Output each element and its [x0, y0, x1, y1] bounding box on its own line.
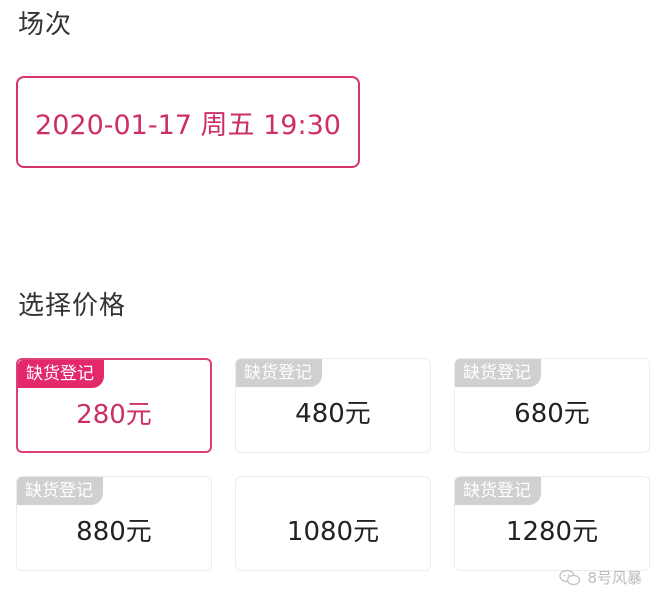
- session-option-selected[interactable]: 2020-01-17 周五 19:30: [16, 76, 360, 168]
- watermark-text: 8号风暴: [587, 569, 642, 587]
- price-label: 280元: [76, 400, 152, 430]
- price-label: 1080元: [286, 517, 380, 547]
- price-grid: 缺货登记 280元 缺货登记 480元 缺货登记 680元 缺货登记 880元 …: [16, 358, 650, 578]
- price-label: 880元: [76, 517, 152, 547]
- price-option-1280[interactable]: 缺货登记 1280元: [454, 476, 650, 571]
- stockout-badge: 缺货登记: [236, 359, 322, 387]
- price-option-280[interactable]: 缺货登记 280元: [16, 358, 212, 453]
- session-title: 场次: [18, 10, 73, 40]
- price-option-680[interactable]: 缺货登记 680元: [454, 358, 650, 453]
- stockout-badge: 缺货登记: [17, 477, 103, 505]
- watermark: 8号风暴: [559, 567, 642, 588]
- price-label: 1280元: [505, 517, 599, 547]
- session-option-label: 2020-01-17 周五 19:30: [35, 109, 341, 141]
- price-option-880[interactable]: 缺货登记 880元: [16, 476, 212, 571]
- price-title: 选择价格: [18, 291, 127, 321]
- price-option-1080[interactable]: 1080元: [235, 476, 431, 571]
- price-label: 680元: [514, 399, 590, 429]
- price-label: 480元: [295, 399, 371, 429]
- stockout-badge: 缺货登记: [18, 360, 104, 388]
- chat-bubbles-icon: [559, 569, 581, 585]
- stockout-badge: 缺货登记: [455, 477, 541, 505]
- price-option-480[interactable]: 缺货登记 480元: [235, 358, 431, 453]
- stockout-badge: 缺货登记: [455, 359, 541, 387]
